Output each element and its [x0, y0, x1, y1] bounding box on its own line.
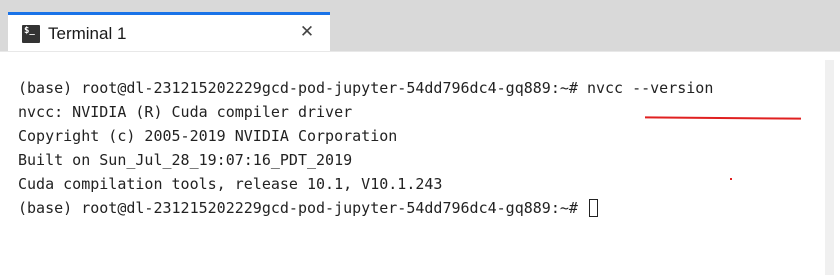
scrollbar[interactable] [825, 60, 834, 275]
tab-bar: $_ Terminal 1 ✕ [0, 0, 840, 51]
terminal-tab[interactable]: $_ Terminal 1 ✕ [8, 12, 330, 51]
terminal-line: Copyright (c) 2005-2019 NVIDIA Corporati… [18, 127, 398, 145]
terminal-line: Built on Sun_Jul_28_19:07:16_PDT_2019 [18, 151, 353, 169]
terminal-icon: $_ [22, 25, 40, 43]
terminal-prompt: (base) root@dl-231215202229gcd-pod-jupyt… [18, 199, 587, 217]
terminal-line: Cuda compilation tools, release 10.1, V1… [18, 175, 443, 193]
terminal-cursor[interactable] [588, 199, 598, 217]
terminal-prompt-line: (base) root@dl-231215202229gcd-pod-jupyt… [18, 199, 598, 217]
tab-title: Terminal 1 [48, 24, 127, 43]
close-icon[interactable]: ✕ [295, 20, 319, 44]
annotation-dot [730, 178, 732, 180]
terminal-line: nvcc: NVIDIA (R) Cuda compiler driver [18, 103, 353, 121]
terminal-line: (base) root@dl-231215202229gcd-pod-jupyt… [18, 79, 714, 97]
